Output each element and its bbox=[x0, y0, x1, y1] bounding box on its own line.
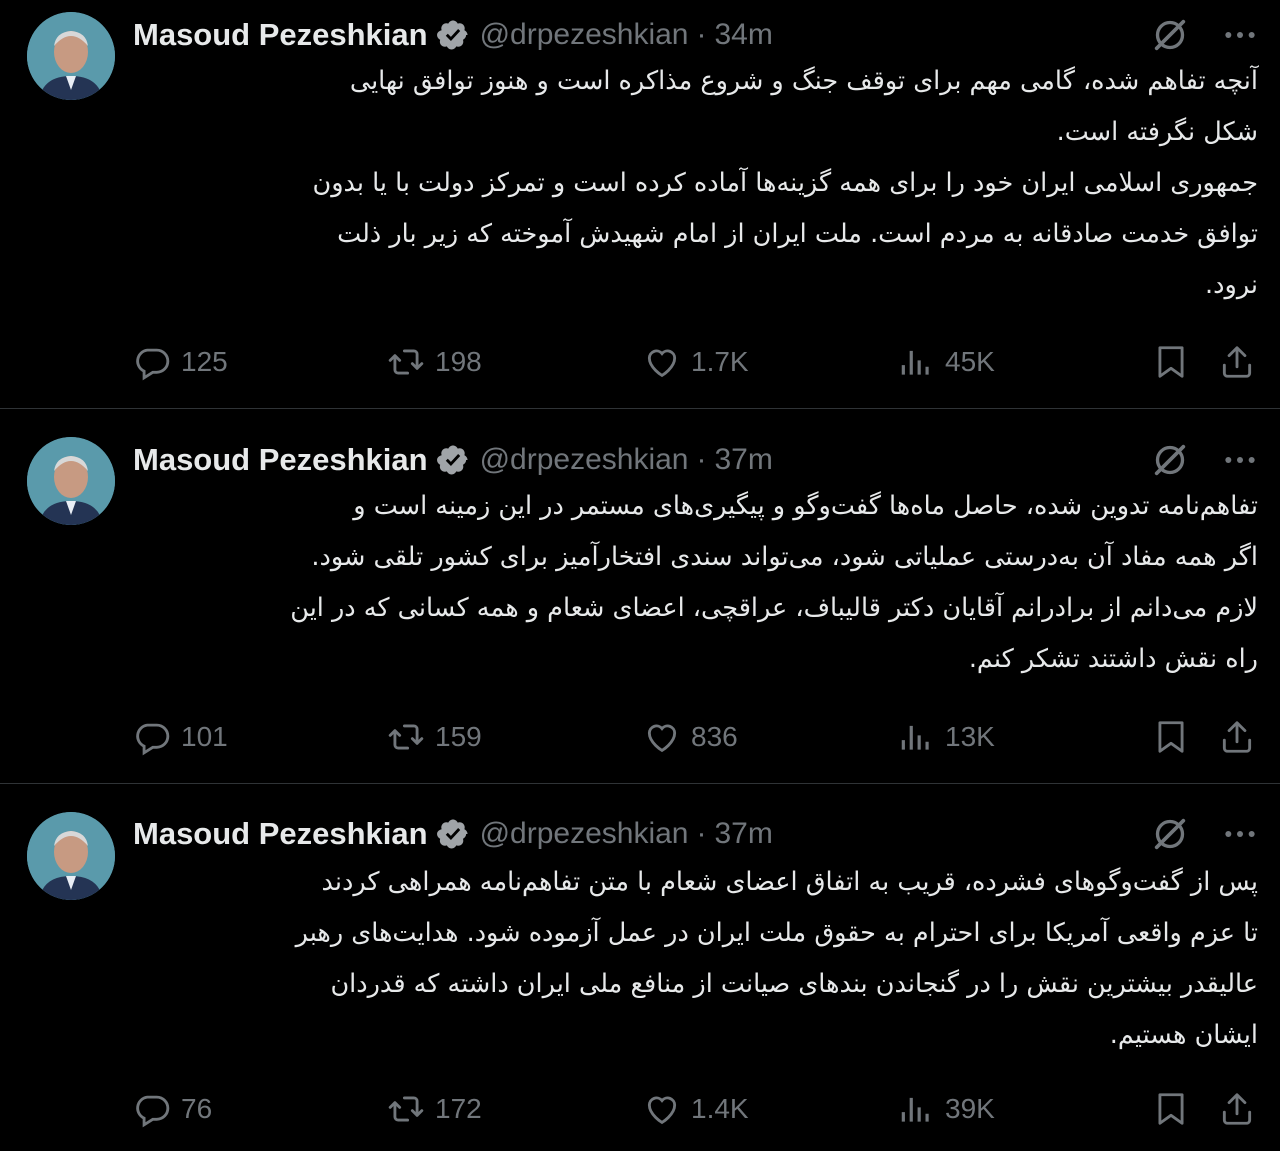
tweet-text-line: توافق خدمت صادقانه به مردم است. ملت ایرا… bbox=[337, 219, 1258, 249]
like-count: 836 bbox=[691, 721, 738, 752]
avatar[interactable] bbox=[27, 812, 115, 900]
reply-count: 125 bbox=[181, 346, 228, 377]
reply-icon bbox=[136, 348, 170, 381]
bookmark-button[interactable] bbox=[1152, 1089, 1190, 1129]
action-bar: 76 172 1.4K 39K bbox=[0, 1089, 1280, 1129]
tweet-header: Masoud Pezeshkian @drpezeshkian · 37m bbox=[133, 814, 1260, 854]
tweet-text: آنچه تفاهم شده، گامی مهم برای توقف جنگ و… bbox=[135, 56, 1258, 311]
repost-icon bbox=[388, 349, 424, 375]
views-icon bbox=[901, 1097, 929, 1122]
views-icon bbox=[901, 350, 929, 375]
tweet-text-line: نرود. bbox=[1205, 270, 1258, 300]
repost-button[interactable]: 172 bbox=[387, 1089, 482, 1129]
grok-icon[interactable] bbox=[1150, 15, 1190, 55]
tweet[interactable]: Masoud Pezeshkian @drpezeshkian · 37m پس… bbox=[0, 784, 1280, 1151]
repost-icon bbox=[388, 724, 424, 750]
author-name[interactable]: Masoud Pezeshkian bbox=[133, 442, 428, 478]
tweet-text-line: تا عزم واقعی آمریکا برای احترام به حقوق … bbox=[295, 918, 1258, 948]
share-button[interactable] bbox=[1218, 342, 1256, 382]
repost-button[interactable]: 159 bbox=[387, 717, 482, 757]
like-icon bbox=[647, 349, 677, 378]
share-icon bbox=[1222, 721, 1252, 753]
more-icon[interactable] bbox=[1220, 15, 1260, 55]
bookmark-icon bbox=[1158, 721, 1184, 753]
verified-badge-icon bbox=[436, 819, 468, 849]
share-icon bbox=[1222, 346, 1252, 378]
timestamp[interactable]: 37m bbox=[715, 817, 773, 851]
bookmark-icon bbox=[1158, 1093, 1184, 1125]
views-count: 39K bbox=[945, 1093, 995, 1124]
reply-button[interactable]: 125 bbox=[133, 342, 228, 382]
grok-icon[interactable] bbox=[1150, 440, 1190, 480]
avatar[interactable] bbox=[27, 437, 115, 525]
reply-button[interactable]: 101 bbox=[133, 717, 228, 757]
tweet-header: Masoud Pezeshkian @drpezeshkian · 34m bbox=[133, 15, 1260, 55]
tweet-text-line: اگر همه مفاد آن به‌درستی عملیاتی شود، می… bbox=[311, 542, 1258, 572]
repost-count: 172 bbox=[435, 1093, 482, 1124]
like-count: 1.7K bbox=[691, 346, 749, 377]
views-button[interactable]: 13K bbox=[897, 717, 995, 757]
tweet-text-line: شکل نگرفته است. bbox=[1056, 117, 1258, 147]
separator-dot: · bbox=[696, 443, 707, 476]
like-button[interactable]: 1.4K bbox=[643, 1089, 749, 1129]
tweet-text-line: جمهوری اسلامی ایران خود را برای همه گزین… bbox=[312, 168, 1258, 198]
action-bar: 101 159 836 13K bbox=[0, 717, 1280, 757]
reply-icon bbox=[136, 723, 170, 756]
share-button[interactable] bbox=[1218, 1089, 1256, 1129]
tweet[interactable]: Masoud Pezeshkian @drpezeshkian · 34m آن… bbox=[0, 0, 1280, 409]
tweet-header: Masoud Pezeshkian @drpezeshkian · 37m bbox=[133, 440, 1260, 480]
bookmark-button[interactable] bbox=[1152, 717, 1190, 757]
author-handle[interactable]: @drpezeshkian bbox=[480, 18, 689, 52]
bookmark-button[interactable] bbox=[1152, 342, 1190, 382]
views-icon bbox=[901, 725, 929, 750]
author-handle[interactable]: @drpezeshkian bbox=[480, 817, 689, 851]
views-count: 45K bbox=[945, 346, 995, 377]
tweet-text: پس از گفت‌وگوهای فشرده، قریب به اتفاق اع… bbox=[135, 857, 1258, 1061]
author-name[interactable]: Masoud Pezeshkian bbox=[133, 816, 428, 852]
verified-badge-icon bbox=[436, 445, 468, 475]
tweet-text-line: لازم می‌دانم از برادرانم آقایان دکتر قال… bbox=[290, 593, 1258, 623]
reply-icon bbox=[136, 1095, 170, 1128]
timestamp[interactable]: 34m bbox=[715, 18, 773, 52]
tweet[interactable]: Masoud Pezeshkian @drpezeshkian · 37m تف… bbox=[0, 409, 1280, 784]
like-icon bbox=[647, 724, 677, 753]
author-name[interactable]: Masoud Pezeshkian bbox=[133, 17, 428, 53]
share-icon bbox=[1222, 1093, 1252, 1125]
views-button[interactable]: 39K bbox=[897, 1089, 995, 1129]
like-count: 1.4K bbox=[691, 1093, 749, 1124]
reply-count: 76 bbox=[181, 1093, 213, 1124]
repost-count: 159 bbox=[435, 721, 482, 752]
tweet-text-line: تفاهم‌نامه تدوین شده، حاصل ماه‌ها گفت‌وگ… bbox=[353, 491, 1258, 521]
views-count: 13K bbox=[945, 721, 995, 752]
verified-badge-icon bbox=[436, 20, 468, 50]
more-icon[interactable] bbox=[1220, 440, 1260, 480]
tweet-text-line: راه نقش داشتند تشکر کنم. bbox=[968, 644, 1258, 674]
tweet-text-line: پس از گفت‌وگوهای فشرده، قریب به اتفاق اع… bbox=[321, 867, 1259, 897]
tweet-text-line: آنچه تفاهم شده، گامی مهم برای توقف جنگ و… bbox=[349, 66, 1258, 96]
share-button[interactable] bbox=[1218, 717, 1256, 757]
bookmark-icon bbox=[1158, 346, 1184, 378]
repost-icon bbox=[388, 1096, 424, 1122]
like-icon bbox=[647, 1096, 677, 1125]
repost-count: 198 bbox=[435, 346, 482, 377]
separator-dot: · bbox=[696, 817, 707, 850]
tweet-text-line: عالیقدر بیشترین نقش را در گنجاندن بندهای… bbox=[330, 969, 1258, 999]
repost-button[interactable]: 198 bbox=[387, 342, 482, 382]
grok-icon[interactable] bbox=[1150, 814, 1190, 854]
reply-count: 101 bbox=[181, 721, 228, 752]
avatar[interactable] bbox=[27, 12, 115, 100]
action-bar: 125 198 1.7K 45K bbox=[0, 342, 1280, 382]
reply-button[interactable]: 76 bbox=[133, 1089, 212, 1129]
views-button[interactable]: 45K bbox=[897, 342, 995, 382]
more-icon[interactable] bbox=[1220, 814, 1260, 854]
author-handle[interactable]: @drpezeshkian bbox=[480, 443, 689, 477]
separator-dot: · bbox=[696, 18, 707, 51]
tweet-text-line: ایشان هستیم. bbox=[1109, 1020, 1258, 1050]
like-button[interactable]: 836 bbox=[643, 717, 738, 757]
tweet-text: تفاهم‌نامه تدوین شده، حاصل ماه‌ها گفت‌وگ… bbox=[135, 481, 1258, 685]
timestamp[interactable]: 37m bbox=[715, 443, 773, 477]
like-button[interactable]: 1.7K bbox=[643, 342, 749, 382]
